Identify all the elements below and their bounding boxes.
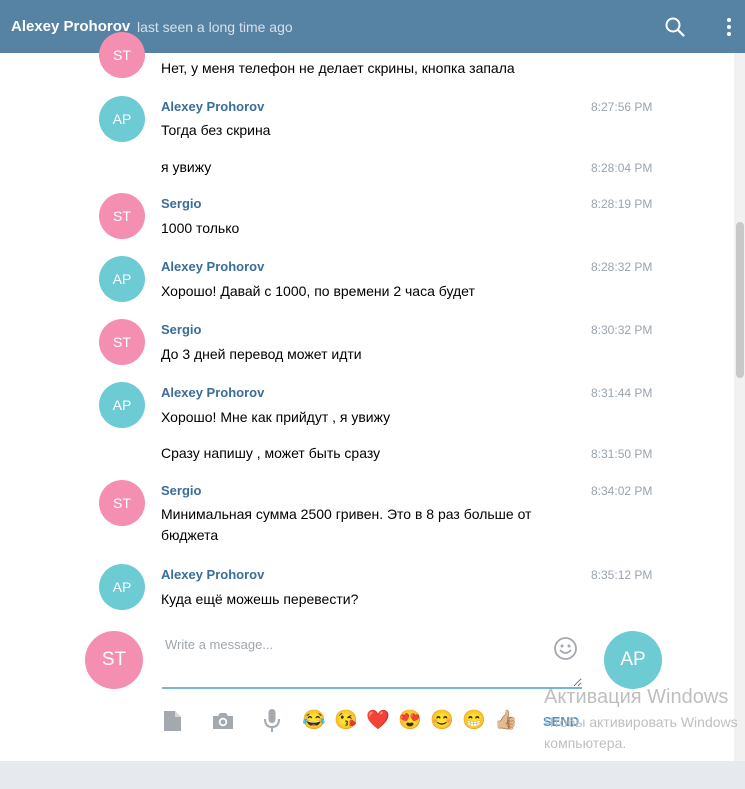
emoji-heart[interactable]: ❤️ [366, 710, 390, 732]
emoji-thumbs-up[interactable]: 👍🏼 [494, 710, 518, 732]
avatar[interactable]: ST [99, 319, 145, 365]
message-author[interactable]: Sergio [161, 322, 201, 337]
message-text: Минимальная сумма 2500 гривен. Это в 8 р… [161, 506, 532, 543]
emoji-smile[interactable]: 😊 [430, 710, 454, 732]
message-time: 8:30:32 PM [591, 323, 653, 337]
microphone-icon[interactable] [260, 709, 284, 733]
message-text: Сразу напишу , может быть сразу [161, 445, 381, 461]
message-text: Нет, у меня телефон не делает скрины, кн… [161, 60, 515, 76]
message-time: 8:34:02 PM [591, 484, 653, 498]
message-author[interactable]: Alexey Prohorov [161, 99, 264, 114]
emoji-joy[interactable]: 😂 [302, 710, 326, 732]
watermark-line: компьютера. [544, 735, 627, 751]
avatar[interactable]: AP [99, 256, 145, 302]
emoji-icon[interactable] [553, 636, 578, 661]
camera-icon[interactable] [211, 709, 235, 733]
search-icon[interactable] [664, 16, 686, 38]
avatar[interactable]: ST [99, 32, 145, 78]
emoji-heart-eyes[interactable]: 😍 [398, 710, 422, 732]
message-text: Тогда без скрина [161, 122, 271, 138]
scrollbar-thumb[interactable] [736, 222, 744, 378]
peer-avatar[interactable]: AP [604, 631, 662, 689]
file-icon[interactable] [160, 709, 184, 733]
message-time: 8:35:12 PM [591, 568, 653, 582]
message-time: 8:27:56 PM [591, 100, 653, 114]
avatar[interactable]: AP [99, 564, 145, 610]
avatar[interactable]: AP [99, 382, 145, 428]
message-text: Хорошо! Давай с 1000, по времени 2 часа … [161, 283, 475, 299]
message-time: 8:31:44 PM [591, 386, 653, 400]
message-text: До 3 дней перевод может идти [161, 346, 362, 362]
message-time: 8:28:32 PM [591, 260, 653, 274]
message-text: Куда ещё можешь перевести? [161, 591, 359, 607]
message-author[interactable]: Alexey Prohorov [161, 567, 264, 582]
windows-activation-watermark: Активация Windows [544, 686, 729, 708]
message-text: Хорошо! Мне как прийдут , я увижу [161, 409, 391, 425]
emoji-grin[interactable]: 😁 [462, 710, 486, 732]
message-author[interactable]: Sergio [161, 196, 201, 211]
avatar[interactable]: ST [99, 480, 145, 526]
more-vertical-icon[interactable] [720, 15, 738, 39]
message-text: я увижу [161, 159, 212, 175]
message-time: 8:28:04 PM [591, 161, 653, 175]
windows-activation-text: Чтобы активировать Windows компьютера. [544, 712, 745, 754]
chat-title[interactable]: Alexey Prohorov [11, 18, 130, 35]
emoji-kiss[interactable]: 😘 [334, 710, 358, 732]
scrollbar[interactable] [734, 53, 745, 761]
watermark-line: Чтобы активировать Windows [544, 714, 738, 730]
message-author[interactable]: Alexey Prohorov [161, 385, 264, 400]
chat-status: last seen a long time ago [137, 19, 293, 35]
message-time: 8:28:19 PM [591, 197, 653, 211]
message-author[interactable]: Sergio [161, 483, 201, 498]
message-author[interactable]: Alexey Prohorov [161, 259, 264, 274]
message-input[interactable] [162, 633, 582, 689]
avatar[interactable]: ST [99, 193, 145, 239]
message-time: 8:31:50 PM [591, 447, 653, 461]
self-avatar[interactable]: ST [85, 631, 143, 689]
avatar[interactable]: AP [99, 96, 145, 142]
message-text: 1000 только [161, 220, 240, 236]
